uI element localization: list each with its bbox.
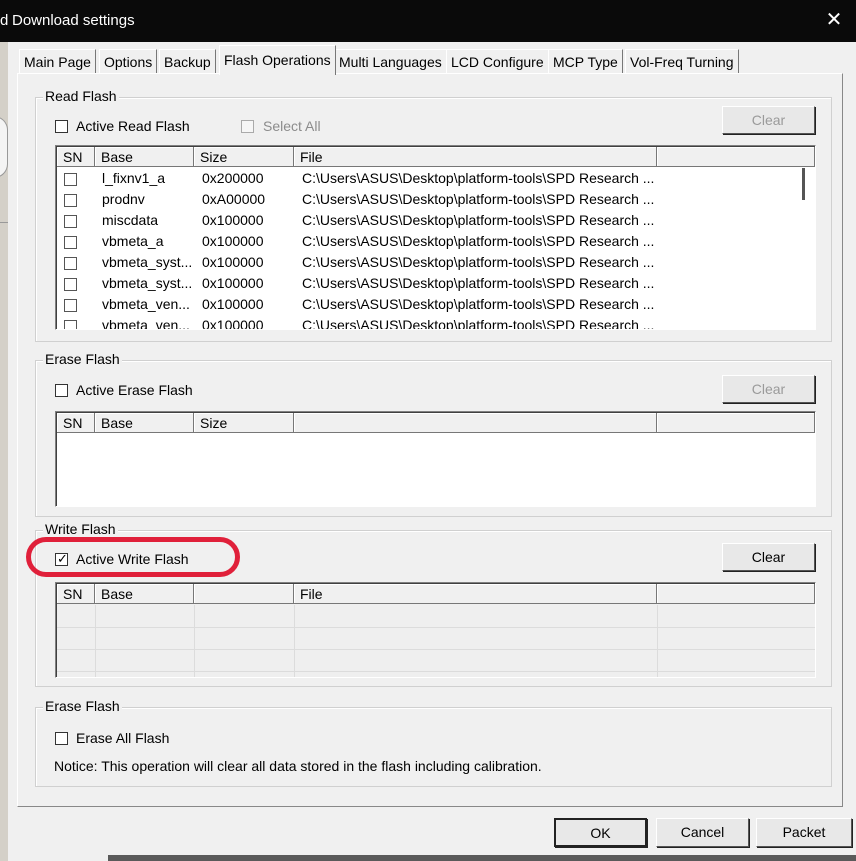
row-size: 0x100000 — [202, 254, 264, 270]
active-erase-flash-checkbox[interactable] — [55, 384, 68, 397]
packet-button[interactable]: Packet — [756, 818, 852, 847]
erase-all-group — [35, 707, 832, 787]
row-size: 0x100000 — [202, 317, 264, 330]
column-header-base[interactable]: Base — [95, 147, 194, 167]
tab-options[interactable]: Options — [99, 49, 158, 74]
row-size: 0x100000 — [202, 233, 264, 249]
row-file: C:\Users\ASUS\Desktop\platform-tools\SPD… — [302, 233, 654, 249]
active-erase-flash-label: Active Erase Flash — [76, 382, 193, 398]
row-size: 0x100000 — [202, 296, 264, 312]
erase-flash-legend: Erase Flash — [43, 351, 122, 367]
tab-vol-freq-turning[interactable]: Vol-Freq Turning — [625, 49, 739, 74]
column-header-blank[interactable] — [194, 584, 294, 604]
tab-flash-operations[interactable]: Flash Operations — [219, 45, 336, 75]
column-header-base[interactable]: Base — [95, 584, 194, 604]
row-base: prodnv — [102, 191, 145, 207]
row-checkbox[interactable] — [64, 320, 77, 329]
erase-flash-list[interactable]: SN Base Size — [55, 411, 816, 507]
row-file: C:\Users\ASUS\Desktop\platform-tools\SPD… — [302, 317, 654, 330]
row-base: miscdata — [102, 212, 159, 228]
row-base: vbmeta_syst... — [102, 275, 193, 291]
erase-all-notice: Notice: This operation will clear all da… — [54, 758, 542, 774]
row-base: vbmeta_ven... — [102, 296, 190, 312]
row-base: l_fixnv1_a — [102, 170, 166, 186]
red-highlight-annotation — [26, 537, 240, 577]
tab-mcp-type[interactable]: MCP Type — [548, 49, 623, 74]
row-base: vbmeta_a — [102, 233, 164, 249]
tab-backup[interactable]: Backup — [159, 49, 216, 74]
tab-lcd-configure[interactable]: LCD Configure — [446, 49, 549, 74]
row-checkbox[interactable] — [64, 236, 77, 249]
column-header-file[interactable]: File — [294, 584, 657, 604]
read-flash-clear-button[interactable]: Clear — [722, 106, 815, 134]
row-file: C:\Users\ASUS\Desktop\platform-tools\SPD… — [302, 212, 654, 228]
tab-main-page[interactable]: Main Page — [19, 49, 96, 74]
ok-button[interactable]: OK — [554, 818, 647, 847]
scrollbar-thumb[interactable] — [802, 168, 805, 200]
column-header-file[interactable]: File — [294, 147, 657, 167]
cancel-button[interactable]: Cancel — [656, 818, 749, 847]
erase-flash-clear-button[interactable]: Clear — [722, 375, 815, 403]
write-flash-legend: Write Flash — [43, 521, 118, 537]
row-size: 0x100000 — [202, 275, 264, 291]
row-file: C:\Users\ASUS\Desktop\platform-tools\SPD… — [302, 296, 654, 312]
select-all-label: Select All — [263, 118, 321, 134]
write-flash-clear-button[interactable]: Clear — [722, 543, 815, 571]
column-header-sn[interactable]: SN — [57, 413, 95, 433]
row-checkbox[interactable] — [64, 194, 77, 207]
tab-multi-languages[interactable]: Multi Languages — [334, 49, 447, 74]
column-header-size[interactable]: Size — [194, 147, 294, 167]
row-checkbox[interactable] — [64, 173, 77, 186]
column-header-sn[interactable]: SN — [57, 147, 95, 167]
row-checkbox[interactable] — [64, 299, 77, 312]
read-flash-list[interactable]: SN Base Size File l_fixnv1_a 0x200000 C:\U… — [55, 145, 816, 330]
active-read-flash-checkbox[interactable] — [55, 120, 68, 133]
background-window-edge — [0, 42, 8, 861]
column-header-sn[interactable]: SN — [57, 584, 95, 604]
row-checkbox[interactable] — [64, 257, 77, 270]
column-header-size[interactable]: Size — [194, 413, 294, 433]
title-fragment: d — [0, 12, 9, 29]
column-header-extra — [657, 413, 815, 433]
row-checkbox[interactable] — [64, 278, 77, 291]
column-header-extra — [657, 584, 815, 604]
erase-all-flash-label: Erase All Flash — [76, 730, 170, 746]
row-file: C:\Users\ASUS\Desktop\platform-tools\SPD… — [302, 275, 654, 291]
row-file: C:\Users\ASUS\Desktop\platform-tools\SPD… — [302, 170, 654, 186]
active-read-flash-label: Active Read Flash — [76, 118, 190, 134]
row-size: 0x200000 — [202, 170, 264, 186]
erase-all-flash-checkbox[interactable] — [55, 732, 68, 745]
row-size: 0x100000 — [202, 212, 264, 228]
row-checkbox[interactable] — [64, 215, 77, 228]
background-strip — [108, 855, 856, 861]
row-file: C:\Users\ASUS\Desktop\platform-tools\SPD… — [302, 191, 654, 207]
read-flash-legend: Read Flash — [43, 88, 119, 104]
row-base: vbmeta_syst... — [102, 254, 193, 270]
column-header-base[interactable]: Base — [95, 413, 194, 433]
column-header-blank — [294, 413, 657, 433]
write-flash-list[interactable]: SN Base File — [55, 582, 816, 678]
row-file: C:\Users\ASUS\Desktop\platform-tools\SPD… — [302, 254, 654, 270]
row-size: 0xA00000 — [202, 191, 266, 207]
column-header-extra — [657, 147, 815, 167]
row-base: vbmeta_ven... — [102, 317, 190, 330]
window-title: Download settings — [12, 12, 135, 29]
close-icon[interactable]: ✕ — [822, 8, 846, 32]
select-all-checkbox[interactable] — [241, 120, 254, 133]
erase-all-legend: Erase Flash — [43, 698, 122, 714]
